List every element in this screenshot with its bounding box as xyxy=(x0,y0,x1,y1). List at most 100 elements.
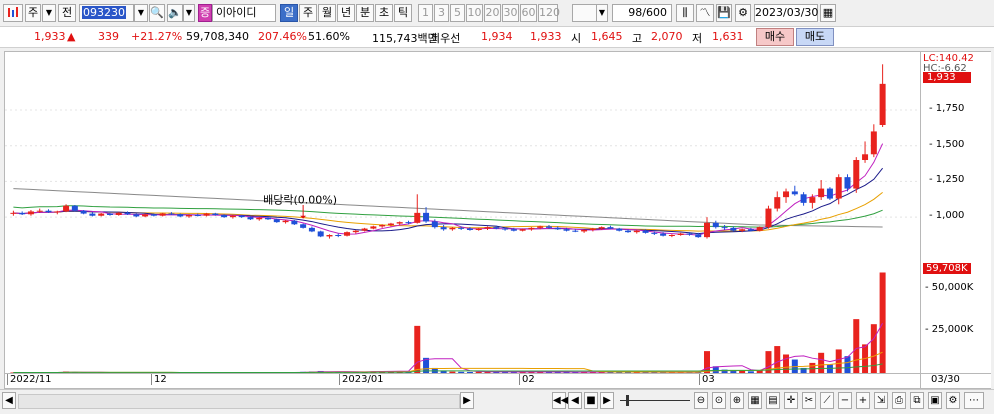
period-tab-2[interactable]: 월 xyxy=(318,4,336,22)
step-back-icon[interactable]: ◀ xyxy=(568,392,582,409)
trend-tool-icon[interactable]: ⟋ xyxy=(820,392,834,409)
zoom-in-icon[interactable]: ⊕ xyxy=(730,392,744,409)
candle-body xyxy=(853,160,860,189)
buy-button[interactable]: 매수 xyxy=(756,28,794,46)
crosshair-icon[interactable]: ✛ xyxy=(784,392,798,409)
period-tab-0[interactable]: 일 xyxy=(280,4,298,22)
candle-body xyxy=(168,213,175,215)
candle-body xyxy=(563,229,570,231)
more-options-icon[interactable]: ⋯ xyxy=(964,392,984,409)
sell-button[interactable]: 매도 xyxy=(796,28,834,46)
candle-body xyxy=(45,210,52,213)
candle-type-icon[interactable]: ⫼ xyxy=(676,4,694,22)
prev-button[interactable]: 전 xyxy=(58,4,76,22)
save-icon[interactable]: 💾 xyxy=(716,4,732,22)
volume-bar xyxy=(704,351,711,373)
scroll-left-icon[interactable]: ◀ xyxy=(2,392,16,409)
candle-body xyxy=(528,227,535,230)
price-chart-panel[interactable]: 배당락(0.00%) xyxy=(4,51,921,267)
market-dropdown-icon[interactable]: ▼ xyxy=(42,4,56,22)
period-tab-6[interactable]: 틱 xyxy=(394,4,412,22)
volume-bar xyxy=(879,272,886,373)
calendar-icon[interactable]: ▦ xyxy=(820,4,836,22)
minute-tab-1[interactable]: 3 xyxy=(434,4,449,22)
stock-name-field[interactable]: 이아이디 xyxy=(212,4,276,22)
volume-tick: - 50,000K xyxy=(925,281,974,293)
minute-tab-7[interactable]: 120 xyxy=(538,4,560,22)
volume-chart-panel[interactable] xyxy=(4,266,921,374)
export-icon[interactable]: ⇲ xyxy=(874,392,888,409)
price-tick: - 1,750 xyxy=(929,103,965,114)
minute-tab-6[interactable]: 60 xyxy=(520,4,537,22)
candle-body xyxy=(423,212,430,222)
horizontal-scrollbar[interactable] xyxy=(18,394,460,409)
date-label: 03 xyxy=(699,374,715,385)
scissors-icon[interactable]: ✂ xyxy=(802,392,816,409)
speed-slider-thumb[interactable] xyxy=(626,395,629,406)
candle-body xyxy=(387,223,394,225)
candle-body xyxy=(493,227,500,229)
stock-code-input[interactable]: 093230 xyxy=(79,4,134,22)
volume-bar xyxy=(449,371,456,373)
copy-icon[interactable]: ⧉ xyxy=(910,392,924,409)
period-tab-1[interactable]: 주 xyxy=(299,4,317,22)
market-select[interactable]: 주 xyxy=(25,4,41,22)
period-tab-5[interactable]: 초 xyxy=(375,4,393,22)
grid-icon[interactable]: ▦ xyxy=(748,392,762,409)
period-tab-3[interactable]: 년 xyxy=(337,4,355,22)
play-icon[interactable]: ▶ xyxy=(600,392,614,409)
candle-body xyxy=(115,212,122,215)
chart-menu-icon[interactable] xyxy=(3,4,23,22)
candle-body xyxy=(265,217,272,220)
gear-icon[interactable]: ⚙ xyxy=(735,4,751,22)
layout-icon[interactable]: ▤ xyxy=(766,392,780,409)
minute-tab-2[interactable]: 5 xyxy=(450,4,465,22)
current-price-tag: 1,933 xyxy=(923,72,971,83)
speed-slider[interactable] xyxy=(620,394,690,407)
minute-tab-0[interactable]: 1 xyxy=(418,4,433,22)
price-tick: - 1,500 xyxy=(929,138,965,150)
candle-body xyxy=(344,232,351,236)
stock-code-value: 093230 xyxy=(82,6,126,19)
window-icon[interactable]: ▣ xyxy=(928,392,942,409)
volume-bar xyxy=(853,319,860,373)
code-dropdown-icon[interactable]: ▼ xyxy=(134,4,148,22)
indicator-icon[interactable]: 〽 xyxy=(696,4,714,22)
period-tab-4[interactable]: 분 xyxy=(356,4,374,22)
candle-body xyxy=(256,217,263,220)
high-price: 2,070 xyxy=(651,30,683,43)
candle-body xyxy=(124,212,131,215)
up-arrow-icon: ▲ xyxy=(67,30,76,43)
date-field[interactable]: 2023/03/30 xyxy=(754,4,818,22)
candle-body xyxy=(300,224,307,228)
candle-body xyxy=(642,230,649,233)
candle-body xyxy=(326,235,333,237)
rewind-icon[interactable]: ◀◀ xyxy=(552,392,568,409)
minute-tab-3[interactable]: 10 xyxy=(466,4,483,22)
settings-small-icon[interactable]: ⚙ xyxy=(946,392,960,409)
minus-icon[interactable]: − xyxy=(838,392,852,409)
high-label: 고 xyxy=(632,32,643,45)
zoom-reset-icon[interactable]: ⊙ xyxy=(712,392,726,409)
plus-icon[interactable]: + xyxy=(856,392,870,409)
volume-value: 59,708,340 xyxy=(186,30,249,43)
trade-value: 115,743백만 xyxy=(372,32,438,45)
search-icon[interactable]: 🔍 xyxy=(149,4,165,22)
stop-icon[interactable]: ■ xyxy=(584,392,598,409)
interval-dropdown-icon[interactable]: ▼ xyxy=(596,4,608,22)
zoom-out-icon[interactable]: ⊖ xyxy=(694,392,708,409)
candle-body xyxy=(783,191,790,198)
minute-tab-5[interactable]: 30 xyxy=(502,4,519,22)
candle-body xyxy=(589,228,596,230)
candle-body xyxy=(80,210,87,214)
speaker-dropdown-icon[interactable]: ▼ xyxy=(183,4,195,22)
scroll-right-icon[interactable]: ▶ xyxy=(460,392,474,409)
view-count-field[interactable]: 98/600 xyxy=(612,4,672,22)
volume-tick: - 25,000K xyxy=(925,323,974,335)
low-price: 1,631 xyxy=(712,30,744,43)
speaker-icon[interactable]: 🔈 xyxy=(167,4,183,22)
print-icon[interactable]: ⎙ xyxy=(892,392,906,409)
toolbar: 주 ▼ 전 093230 ▼ 🔍 🔈 ▼ 증 이아이디 일주월년분초틱 1351… xyxy=(0,0,994,27)
minute-tab-4[interactable]: 20 xyxy=(484,4,501,22)
candle-body xyxy=(106,213,113,215)
